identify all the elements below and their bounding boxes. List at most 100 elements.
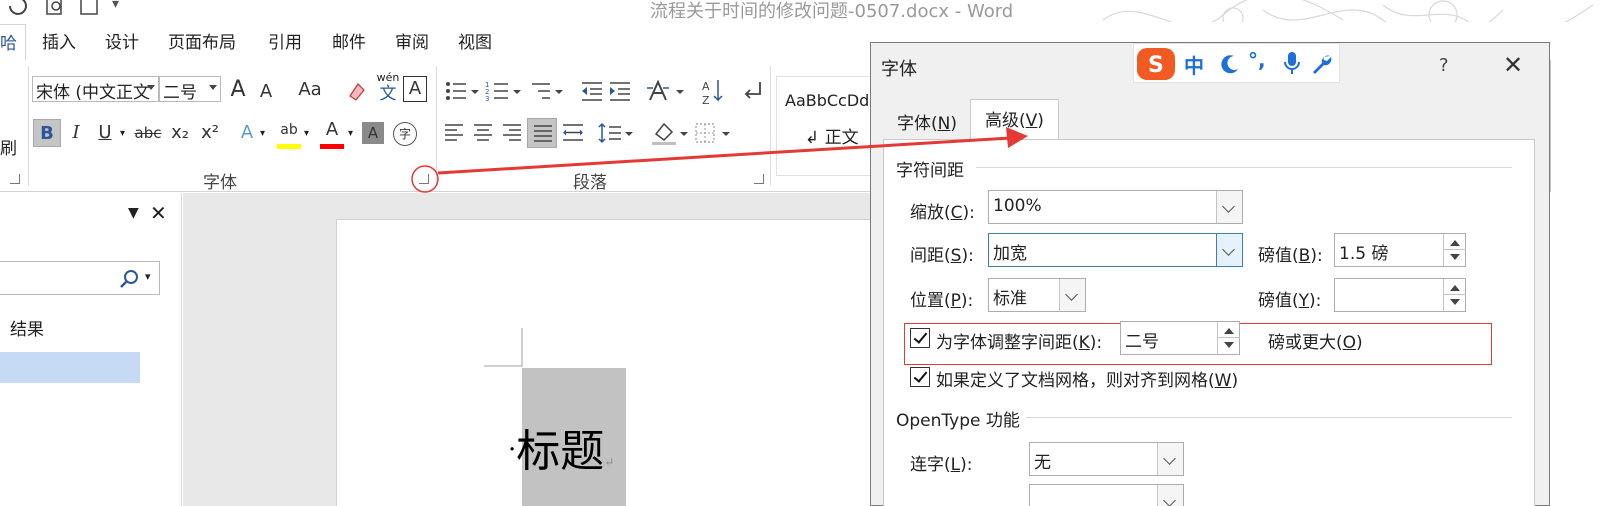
- font-size-combo[interactable]: 二号: [159, 76, 221, 102]
- kerning-checkbox[interactable]: [910, 328, 930, 348]
- spin-buttons[interactable]: [1217, 322, 1240, 354]
- undo-icon[interactable]: [6, 0, 30, 18]
- italic-icon[interactable]: I: [62, 119, 90, 147]
- spin-down-icon[interactable]: [1450, 299, 1460, 305]
- microphone-icon[interactable]: [1282, 51, 1302, 77]
- numbering-icon[interactable]: 123: [484, 80, 522, 102]
- distributed-icon[interactable]: [562, 122, 584, 144]
- bold-icon[interactable]: B: [33, 119, 61, 147]
- font-name-combo[interactable]: 宋体 (中文正文: [32, 76, 159, 102]
- wrench-icon[interactable]: [1310, 52, 1334, 76]
- chevron-down-icon[interactable]: ▾: [145, 270, 151, 283]
- help-button[interactable]: ?: [1439, 55, 1449, 76]
- snap-to-grid-checkbox[interactable]: [910, 367, 930, 387]
- spin-buttons[interactable]: [1443, 279, 1466, 311]
- close-dialog-button[interactable]: ✕: [1503, 51, 1523, 79]
- kerning-size-input[interactable]: 二号: [1120, 321, 1240, 355]
- spacing-by-input[interactable]: 1.5 磅: [1334, 233, 1466, 267]
- multilevel-list-icon[interactable]: [526, 80, 564, 102]
- align-left-icon[interactable]: [444, 122, 464, 144]
- chevron-down-icon[interactable]: ▾: [120, 128, 125, 139]
- ligatures-combo[interactable]: 无: [1029, 442, 1184, 476]
- spin-up-icon[interactable]: [1224, 328, 1234, 334]
- results-tab[interactable]: 结果: [10, 315, 44, 340]
- moon-icon[interactable]: [1218, 53, 1240, 75]
- chevron-down-icon[interactable]: ▾: [260, 128, 265, 139]
- selected-heading-row[interactable]: [0, 352, 140, 383]
- tab-font[interactable]: 字体(N): [883, 103, 971, 139]
- shrink-font-icon[interactable]: A: [252, 78, 280, 106]
- scale-combo[interactable]: 100%: [988, 190, 1243, 224]
- tab-design[interactable]: 设计: [105, 28, 139, 53]
- chevron-down-icon[interactable]: ▾: [348, 128, 353, 139]
- justify-button[interactable]: [527, 118, 557, 148]
- text-effects-icon[interactable]: A: [233, 119, 261, 147]
- chevron-down-icon[interactable]: [1157, 485, 1183, 506]
- spin-down-icon[interactable]: [1224, 342, 1234, 348]
- pane-options-icon[interactable]: ▼: [128, 205, 139, 221]
- font-color-icon[interactable]: A: [318, 116, 346, 144]
- position-combo[interactable]: 标准: [988, 278, 1086, 312]
- tab-review[interactable]: 审阅: [395, 28, 429, 53]
- spin-down-icon[interactable]: [1450, 254, 1460, 260]
- enclose-characters-icon[interactable]: 字: [393, 122, 417, 146]
- navigation-search-input[interactable]: ▾: [0, 261, 160, 295]
- show-formatting-marks-icon[interactable]: [740, 80, 764, 102]
- increase-indent-icon[interactable]: [608, 80, 632, 102]
- character-shading-icon[interactable]: A: [362, 122, 384, 144]
- chevron-down-icon[interactable]: [1216, 234, 1242, 266]
- new-document-icon[interactable]: [78, 0, 104, 18]
- spin-buttons[interactable]: [1443, 234, 1466, 266]
- tab-view[interactable]: 视图: [458, 28, 492, 53]
- tab-mailings[interactable]: 邮件: [332, 28, 366, 53]
- chevron-down-icon[interactable]: [1059, 279, 1085, 311]
- styles-gallery[interactable]: AaBbCcDd ↲ 正文: [776, 76, 872, 176]
- chevron-down-icon[interactable]: [1157, 443, 1183, 475]
- chinese-layout-icon[interactable]: [646, 80, 686, 102]
- paragraph-dialog-launcher-icon[interactable]: [754, 174, 764, 184]
- strikethrough-icon[interactable]: abc: [134, 119, 162, 147]
- font-dialog-launcher-icon[interactable]: [419, 174, 429, 184]
- document-heading[interactable]: ·标题↵: [508, 415, 614, 479]
- ime-toolbar[interactable]: S 中 °,: [1133, 43, 1340, 83]
- subscript-icon[interactable]: x₂: [166, 119, 194, 147]
- grow-font-icon[interactable]: A: [224, 76, 252, 104]
- print-preview-icon[interactable]: [44, 0, 68, 18]
- number-spacing-combo[interactable]: [1029, 484, 1184, 506]
- bullets-icon[interactable]: [444, 80, 480, 102]
- svg-text:3: 3: [485, 95, 489, 102]
- line-spacing-icon[interactable]: [597, 122, 633, 144]
- clipboard-launcher-icon[interactable]: [10, 174, 20, 184]
- spin-up-icon[interactable]: [1450, 285, 1460, 291]
- clear-formatting-icon[interactable]: [346, 80, 368, 102]
- highlight-icon[interactable]: ab: [275, 116, 303, 144]
- tab-references[interactable]: 引用: [268, 28, 302, 53]
- superscript-icon[interactable]: x²: [196, 119, 224, 147]
- spacing-combo[interactable]: 加宽: [988, 233, 1243, 267]
- ime-mode-chinese[interactable]: 中: [1184, 50, 1204, 79]
- chevron-down-icon[interactable]: [1216, 191, 1242, 223]
- align-center-icon[interactable]: [473, 122, 493, 144]
- position-by-input[interactable]: [1334, 278, 1466, 312]
- underline-icon[interactable]: U: [91, 119, 119, 147]
- tab-advanced[interactable]: 高级(V): [970, 99, 1059, 141]
- customize-quick-access-icon[interactable]: ▾: [112, 0, 119, 12]
- tab-insert[interactable]: 插入: [42, 28, 76, 53]
- change-case-icon[interactable]: Aa: [292, 76, 328, 104]
- chevron-down-icon[interactable]: ▾: [304, 128, 309, 139]
- search-icon[interactable]: [119, 269, 139, 289]
- format-painter-label[interactable]: 刷: [0, 134, 17, 159]
- sort-icon[interactable]: AZ: [700, 78, 726, 106]
- close-pane-icon[interactable]: ✕: [150, 201, 167, 225]
- spin-up-icon[interactable]: [1450, 240, 1460, 246]
- decrease-indent-icon[interactable]: [580, 80, 604, 102]
- borders-icon[interactable]: [694, 122, 734, 144]
- align-right-icon[interactable]: [502, 122, 522, 144]
- character-border-icon[interactable]: A: [403, 76, 427, 102]
- tab-page-layout[interactable]: 页面布局: [168, 28, 236, 53]
- ime-punctuation-icon[interactable]: °,: [1248, 48, 1266, 72]
- sogou-logo-icon[interactable]: S: [1136, 47, 1176, 81]
- shading-icon[interactable]: [650, 120, 690, 146]
- tab-home[interactable]: 哈: [0, 24, 26, 60]
- phonetic-guide-icon[interactable]: wén 文: [376, 72, 400, 105]
